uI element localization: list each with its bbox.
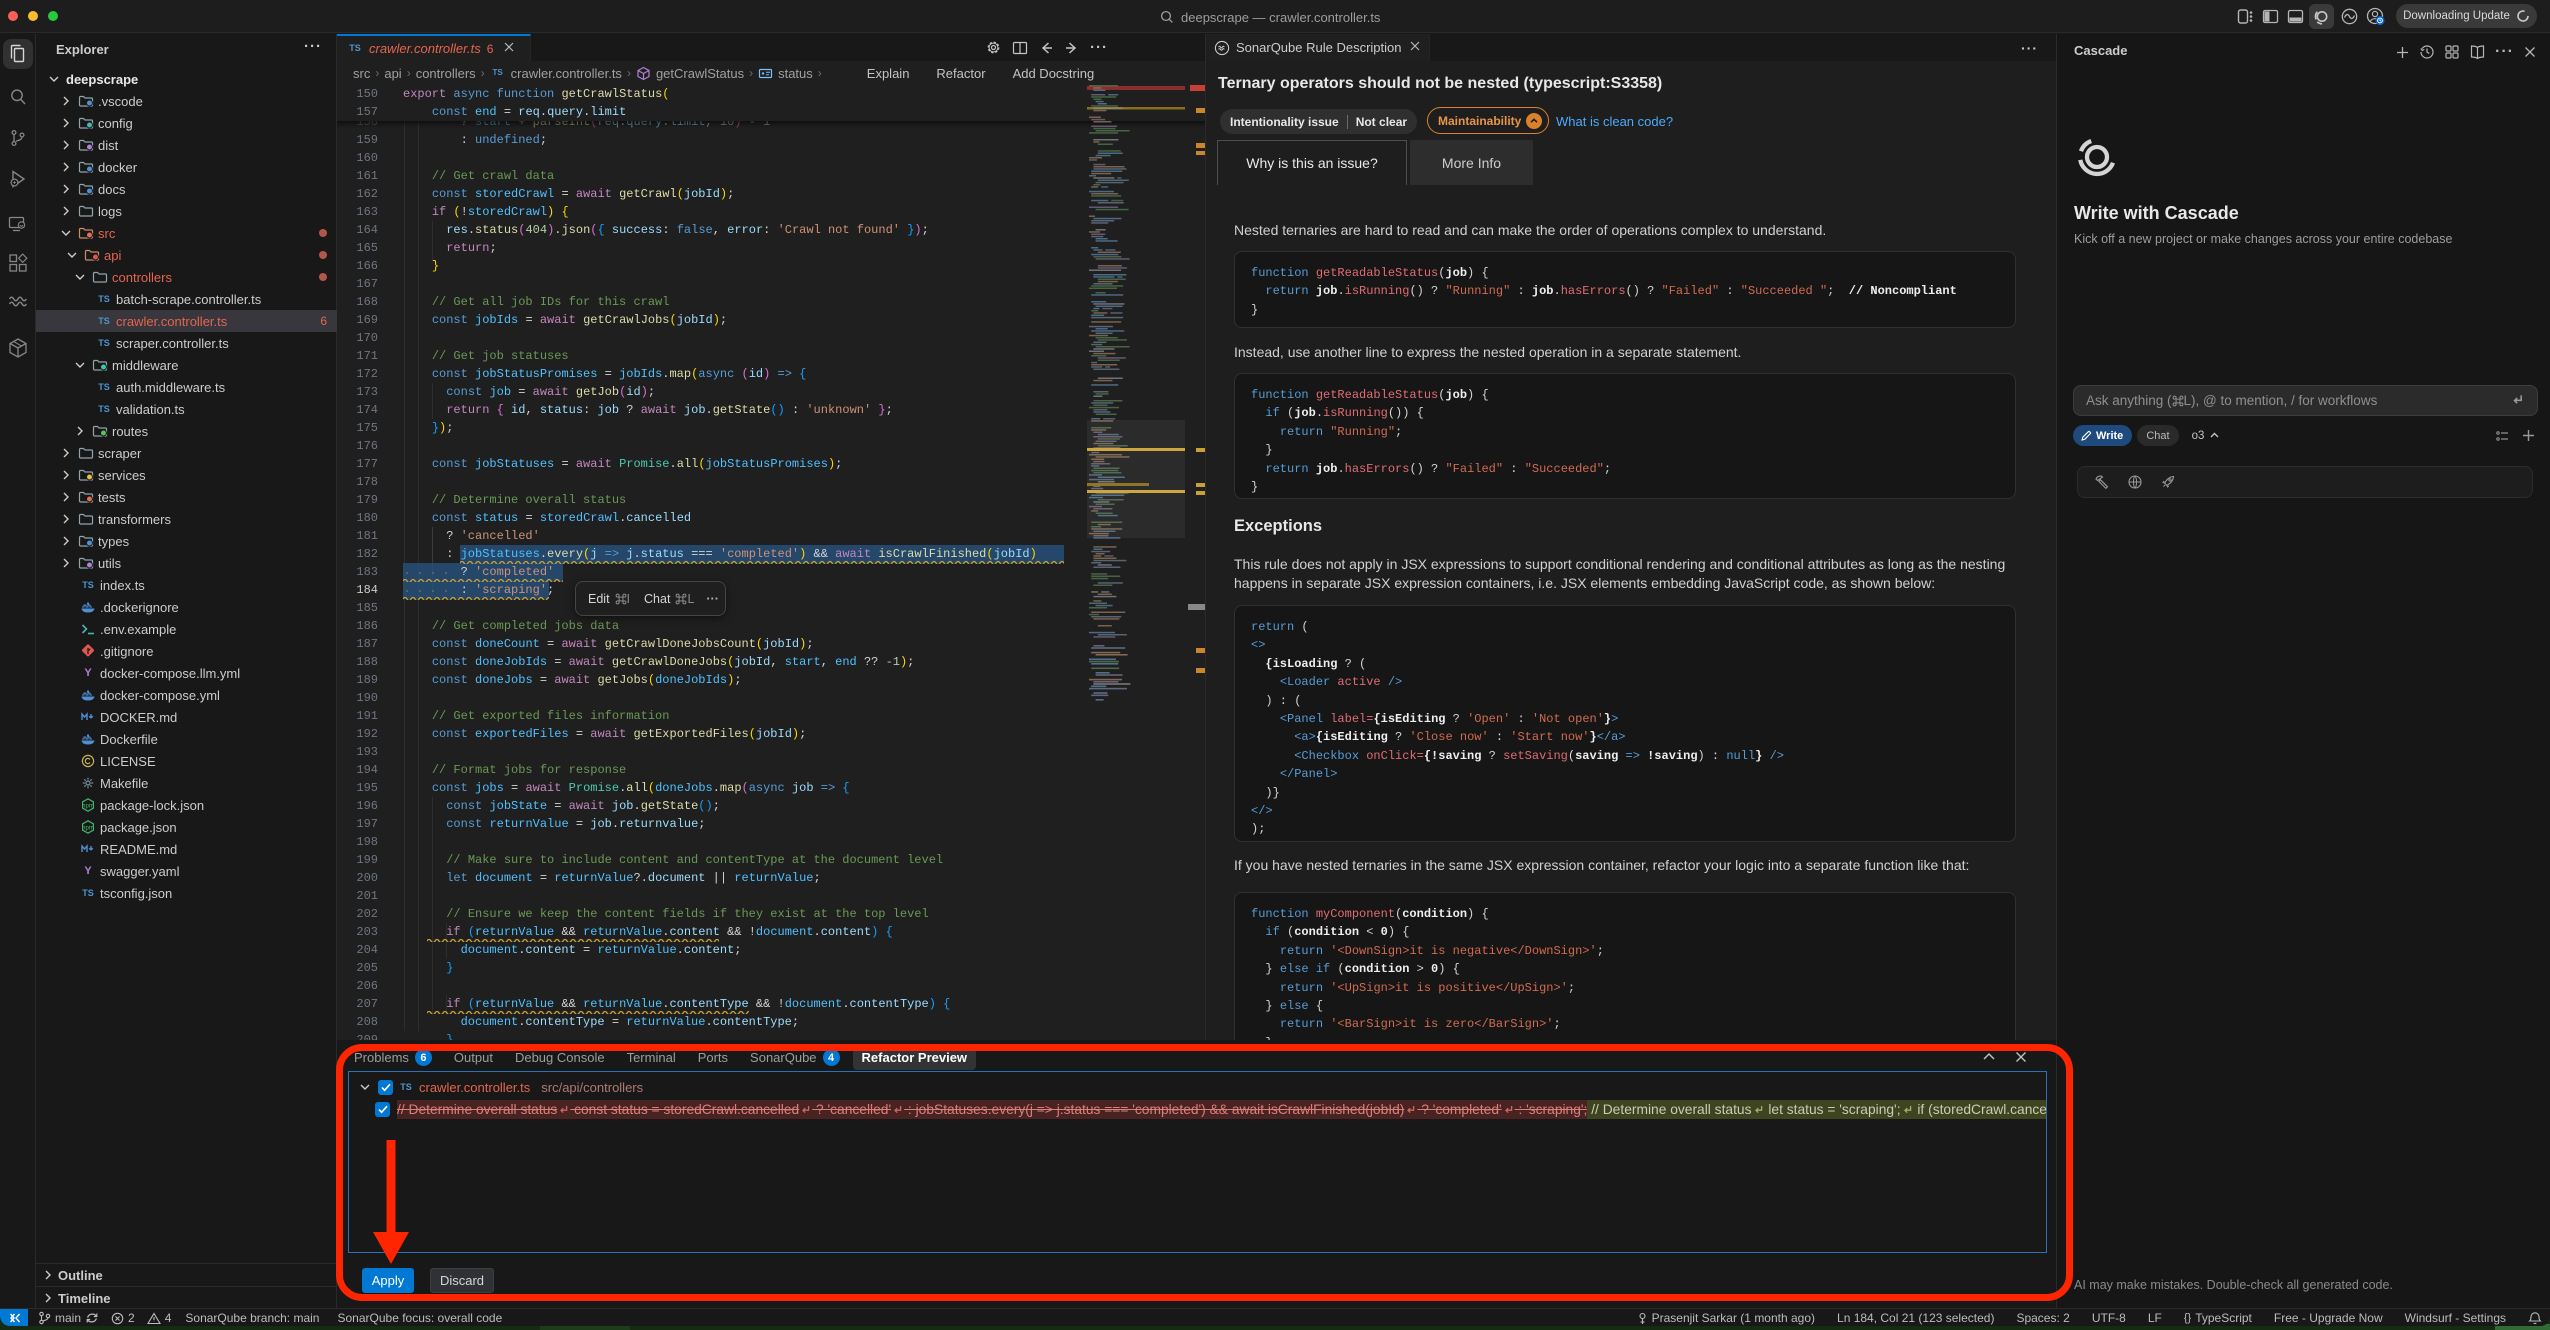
svg-text:npm: npm xyxy=(82,804,94,810)
svg-text:npm: npm xyxy=(82,826,94,832)
